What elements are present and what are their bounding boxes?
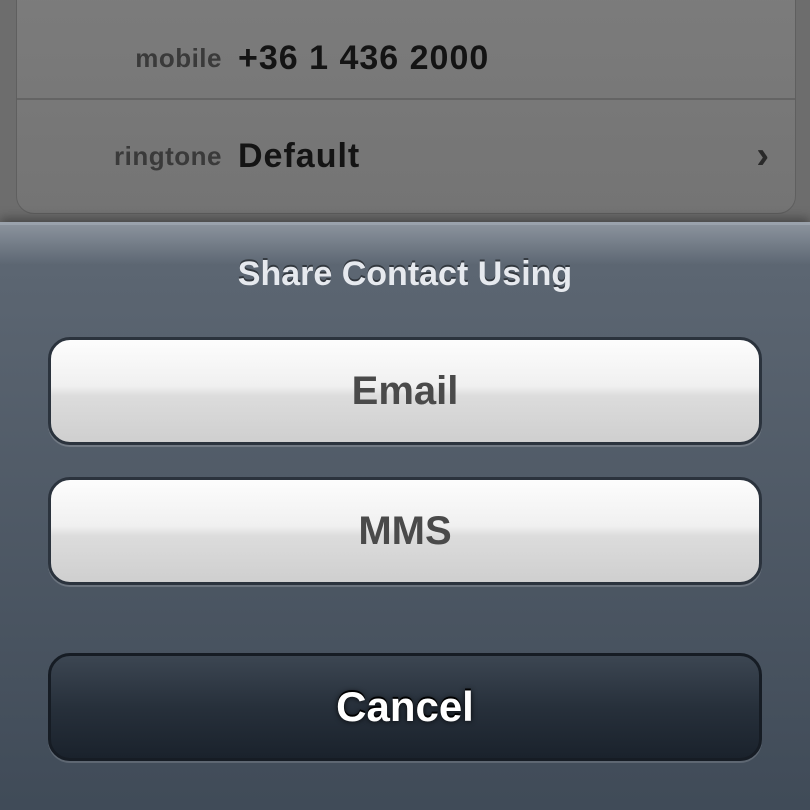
contact-details-card: mobile +36 1 436 2000 ringtone Default › (16, 0, 796, 214)
cancel-button-label: Cancel (336, 683, 474, 730)
mobile-number: +36 1 436 2000 (238, 38, 490, 77)
contact-row-ringtone[interactable]: ringtone Default › (17, 99, 795, 213)
chevron-right-icon: › (756, 134, 769, 177)
screen: mobile +36 1 436 2000 ringtone Default ›… (0, 0, 810, 810)
ringtone-value: Default (238, 136, 361, 175)
email-button-label: Email (351, 368, 459, 413)
mms-button-label: MMS (358, 508, 452, 553)
mobile-label: mobile (135, 42, 222, 73)
action-sheet-title: Share Contact Using (237, 255, 573, 293)
share-action-sheet: Share Contact Using Email MMS Cancel (0, 222, 810, 810)
ringtone-label: ringtone (114, 140, 222, 171)
contact-row-mobile[interactable]: mobile +36 1 436 2000 (17, 0, 795, 99)
cancel-button[interactable]: Cancel (48, 653, 762, 761)
mms-button[interactable]: MMS (48, 477, 762, 585)
email-button[interactable]: Email (48, 337, 762, 445)
